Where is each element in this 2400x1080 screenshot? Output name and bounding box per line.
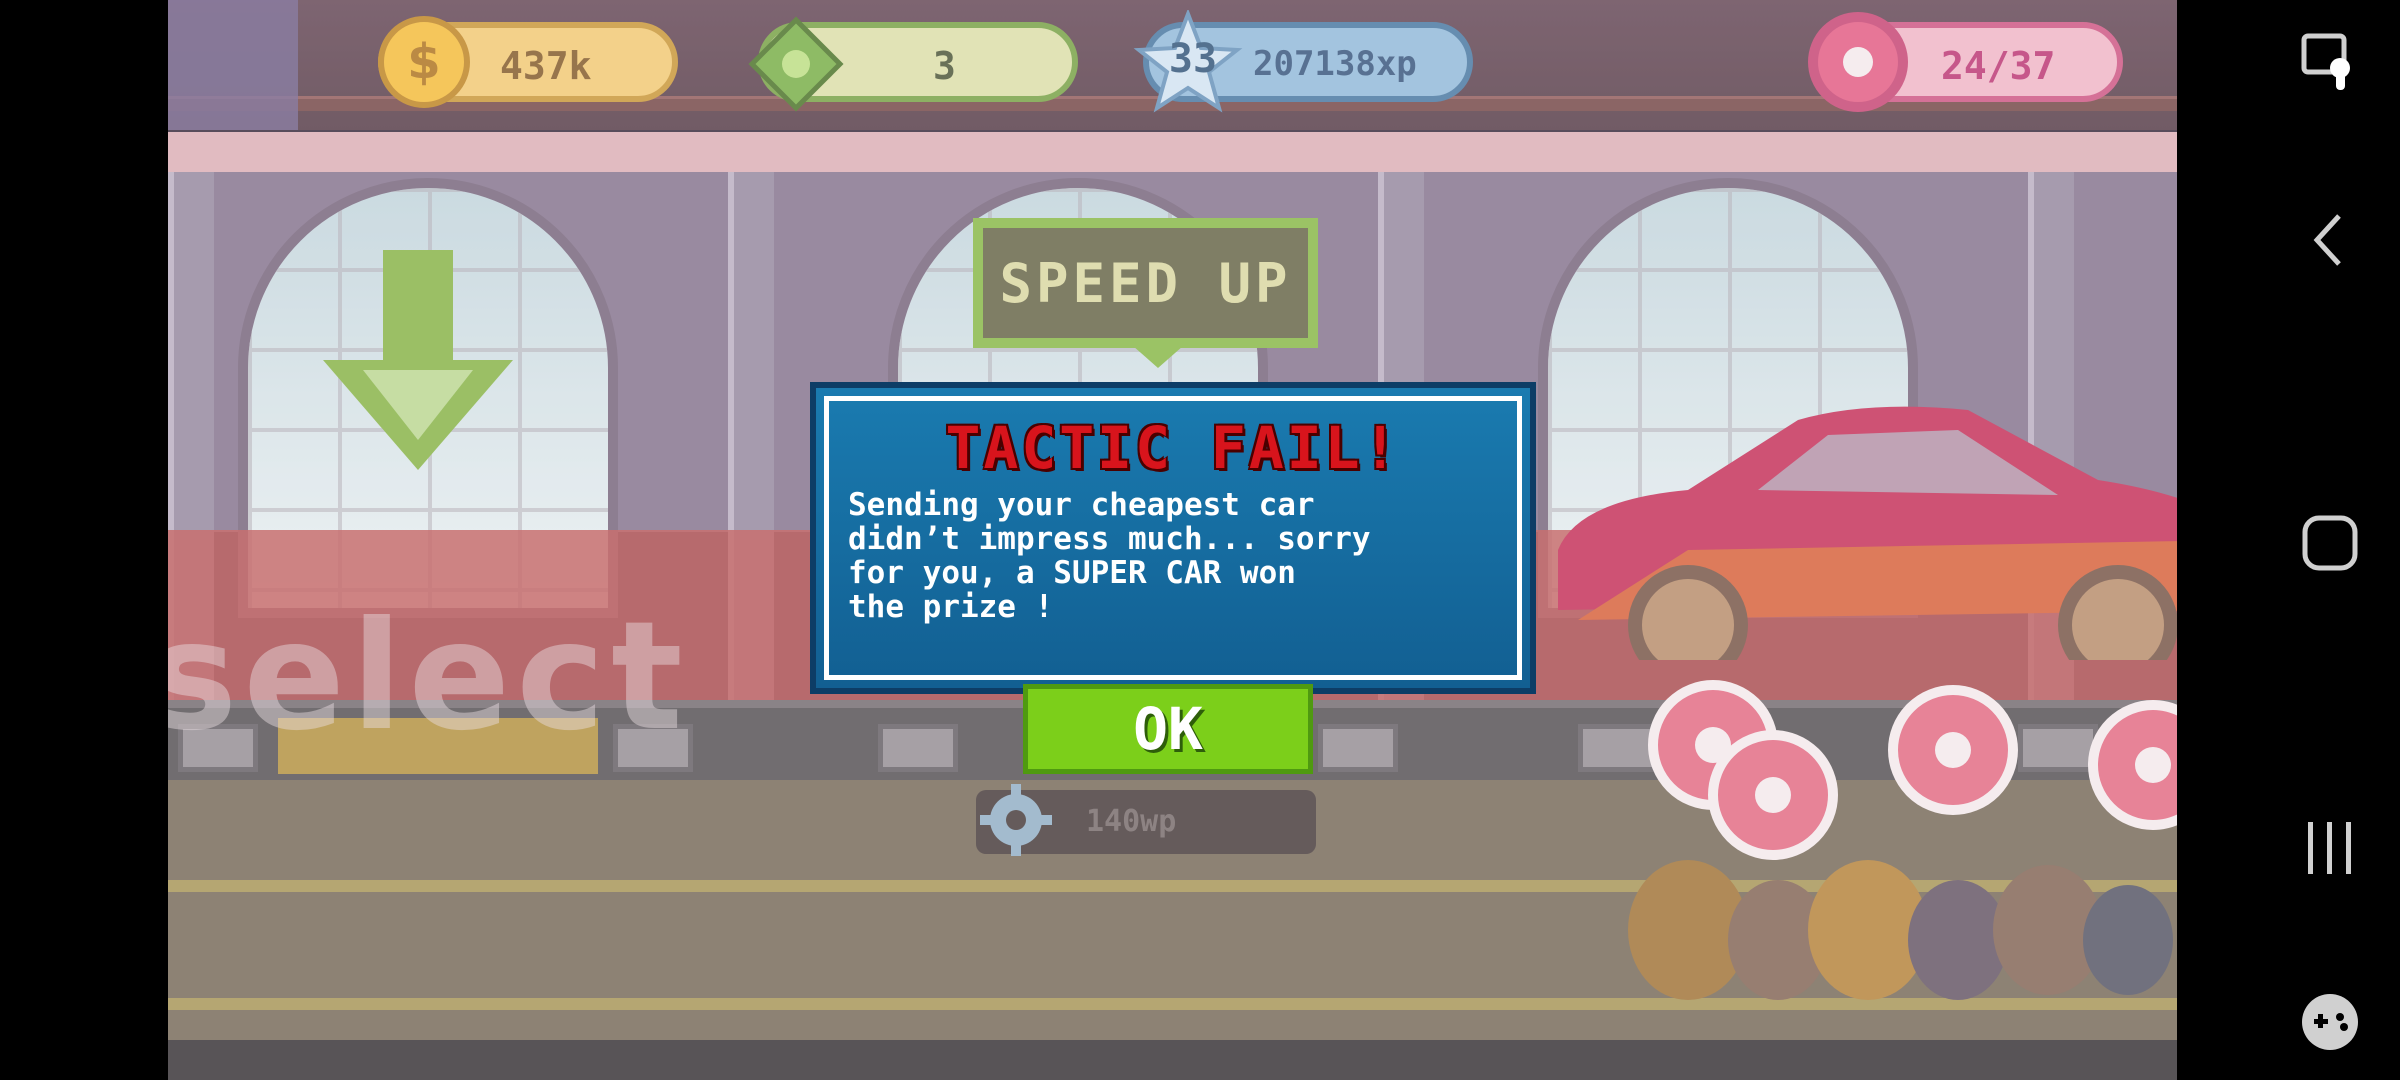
dialog-title: TACTIC FAIL! bbox=[945, 414, 1401, 482]
tactic-fail-dialog: TACTIC FAIL! Sending your cheapest car d… bbox=[810, 382, 1536, 694]
dialog-message: Sending your cheapest car didn’t impress… bbox=[848, 487, 1371, 625]
ok-button[interactable]: OK bbox=[1023, 684, 1313, 774]
letterbox-left bbox=[0, 0, 168, 1080]
game-launcher-icon[interactable] bbox=[2290, 982, 2370, 1062]
recents-icon[interactable] bbox=[2290, 808, 2370, 888]
back-icon[interactable] bbox=[2290, 200, 2370, 280]
screenshot-touch-icon[interactable] bbox=[2290, 20, 2370, 100]
home-icon[interactable] bbox=[2290, 503, 2370, 583]
game-view[interactable]: select SPEED UP 140wp $ 437k 3 33 207138… bbox=[168, 0, 2177, 1080]
